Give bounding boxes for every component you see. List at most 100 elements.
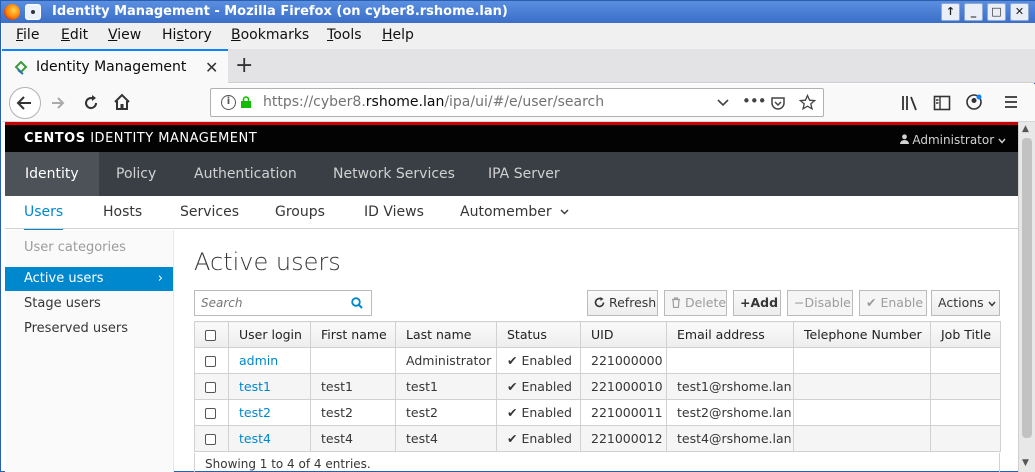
window-maximize-button[interactable]: □ bbox=[987, 3, 1006, 21]
column-header-job-title[interactable]: Job Title bbox=[930, 321, 1001, 348]
cell-status: Enabled bbox=[521, 405, 572, 420]
column-header-user-login[interactable]: User login bbox=[228, 321, 311, 348]
window-minimize-button[interactable]: _ bbox=[964, 3, 983, 21]
cell-job-title bbox=[930, 425, 1001, 452]
hamburger-menu-icon[interactable] bbox=[1003, 94, 1019, 110]
library-icon[interactable] bbox=[901, 94, 919, 112]
cell-first-name: test4 bbox=[310, 425, 396, 452]
firefox-logo-icon bbox=[4, 4, 20, 20]
scroll-up-arrow-icon[interactable]: ▲ bbox=[1022, 124, 1029, 134]
sidebar-item-preserved-users[interactable]: Preserved users bbox=[5, 317, 173, 341]
url-dropdown-chevron-icon[interactable] bbox=[717, 99, 729, 107]
tab-strip: Identity Management ✕ + bbox=[2, 49, 1035, 84]
menu-bookmarks[interactable]: Bookmarks bbox=[231, 27, 309, 43]
enable-button[interactable]: ✔ Enable bbox=[859, 290, 927, 316]
column-header-status[interactable]: Status bbox=[496, 321, 581, 348]
subnav-id-views[interactable]: ID Views bbox=[364, 204, 424, 220]
new-tab-icon[interactable]: + bbox=[235, 53, 253, 78]
row-checkbox[interactable] bbox=[205, 408, 216, 419]
enabled-check-icon: ✔ bbox=[507, 431, 518, 446]
subnav-hosts[interactable]: Hosts bbox=[103, 204, 142, 220]
subnav-groups[interactable]: Groups bbox=[275, 204, 325, 220]
account-icon[interactable] bbox=[965, 93, 983, 111]
search-icon[interactable] bbox=[351, 297, 363, 309]
cell-last-name: test1 bbox=[395, 373, 497, 400]
minus-icon: − bbox=[794, 295, 805, 310]
cell-telephone bbox=[793, 347, 931, 374]
window-menu-icon[interactable] bbox=[25, 4, 41, 20]
url-text[interactable]: https://cyber8.rshome.lan/ipa/ui/#/e/use… bbox=[263, 94, 604, 110]
primary-nav: Identity Policy Authentication Network S… bbox=[5, 152, 1018, 196]
select-all-checkbox[interactable] bbox=[205, 330, 216, 341]
menu-file[interactable]: File bbox=[16, 27, 39, 43]
reload-icon[interactable] bbox=[82, 94, 100, 112]
menu-edit[interactable]: Edit bbox=[61, 27, 88, 43]
tab-close-icon[interactable]: ✕ bbox=[205, 58, 218, 77]
tab-identity-management[interactable]: Identity Management ✕ bbox=[2, 49, 228, 84]
menu-view[interactable]: View bbox=[108, 27, 141, 43]
page-scrollbar[interactable]: ▲ ▼ bbox=[1018, 122, 1035, 472]
search-input[interactable] bbox=[195, 291, 345, 315]
window-close-button[interactable]: ✕ bbox=[1010, 3, 1029, 21]
disable-button[interactable]: −Disable bbox=[787, 290, 853, 316]
nav-policy[interactable]: Policy bbox=[96, 152, 176, 196]
row-checkbox[interactable] bbox=[205, 356, 216, 367]
user-login-link[interactable]: test1 bbox=[239, 379, 271, 394]
delete-button[interactable]: Delete bbox=[664, 290, 727, 316]
nav-authentication[interactable]: Authentication bbox=[174, 152, 317, 196]
sidebar-item-active-users[interactable]: Active users › bbox=[5, 267, 173, 291]
user-menu[interactable]: Administrator bbox=[899, 133, 1006, 147]
user-login-link[interactable]: admin bbox=[239, 353, 278, 368]
forward-arrow-icon[interactable] bbox=[49, 94, 67, 112]
column-header-first-name[interactable]: First name bbox=[310, 321, 396, 348]
enabled-check-icon: ✔ bbox=[507, 379, 518, 394]
bookmark-star-icon[interactable] bbox=[799, 94, 816, 111]
cell-uid: 221000012 bbox=[580, 425, 667, 452]
sidebar-toggle-icon[interactable] bbox=[933, 94, 951, 112]
column-header-email[interactable]: Email address bbox=[666, 321, 794, 348]
row-checkbox[interactable] bbox=[205, 382, 216, 393]
sidebar-heading: User categories bbox=[24, 240, 126, 255]
brand-logo[interactable]: CENTOS IDENTITY MANAGEMENT bbox=[24, 131, 257, 146]
navigation-toolbar: i https://cyber8.rshome.lan/ipa/ui/#/e/u… bbox=[2, 84, 1035, 122]
menu-tools[interactable]: Tools bbox=[327, 27, 362, 43]
sidebar-item-stage-users[interactable]: Stage users bbox=[5, 292, 173, 316]
table-row: test2 test2 test2 ✔ Enabled 221000011 te… bbox=[194, 399, 1001, 426]
user-login-link[interactable]: test2 bbox=[239, 405, 271, 420]
row-checkbox[interactable] bbox=[205, 434, 216, 445]
menu-help[interactable]: Help bbox=[382, 27, 414, 43]
window-titlebar[interactable]: Identity Management - Mozilla Firefox (o… bbox=[1, 1, 1035, 23]
pocket-icon[interactable] bbox=[770, 95, 786, 111]
home-icon[interactable] bbox=[113, 93, 131, 111]
actions-dropdown[interactable]: Actions bbox=[931, 290, 1000, 316]
table-row: test4 test4 test4 ✔ Enabled 221000012 te… bbox=[194, 425, 1001, 452]
column-header-last-name[interactable]: Last name bbox=[395, 321, 497, 348]
cell-telephone bbox=[793, 399, 931, 426]
refresh-button[interactable]: Refresh bbox=[587, 290, 658, 316]
table-row: admin Administrator ✔ Enabled 221000000 bbox=[194, 347, 1001, 374]
user-name: Administrator bbox=[912, 133, 995, 147]
cell-first-name: test2 bbox=[310, 399, 396, 426]
nav-ipa-server[interactable]: IPA Server bbox=[468, 152, 580, 196]
url-bar[interactable]: i https://cyber8.rshome.lan/ipa/ui/#/e/u… bbox=[210, 88, 824, 117]
window-raise-button[interactable]: ↑ bbox=[941, 3, 960, 21]
nav-network-services[interactable]: Network Services bbox=[313, 152, 475, 196]
subnav-automember[interactable]: Automember bbox=[460, 204, 569, 220]
site-info-icon[interactable]: i bbox=[221, 95, 236, 110]
column-header-uid[interactable]: UID bbox=[580, 321, 667, 348]
scrollbar-thumb[interactable] bbox=[1022, 138, 1032, 438]
cell-job-title bbox=[930, 373, 1001, 400]
user-login-link[interactable]: test4 bbox=[239, 431, 271, 446]
page-actions-icon[interactable]: ••• bbox=[742, 92, 767, 110]
enabled-check-icon: ✔ bbox=[507, 353, 518, 368]
add-button[interactable]: +Add bbox=[733, 290, 781, 316]
nav-identity[interactable]: Identity bbox=[5, 152, 99, 196]
scroll-down-arrow-icon[interactable]: ▼ bbox=[1022, 458, 1029, 468]
back-button[interactable] bbox=[9, 87, 41, 119]
menu-history[interactable]: History bbox=[162, 27, 212, 43]
ipa-favicon-icon bbox=[14, 61, 28, 75]
subnav-services[interactable]: Services bbox=[180, 204, 239, 220]
subnav-users[interactable]: Users bbox=[24, 204, 64, 231]
column-header-telephone[interactable]: Telephone Number bbox=[793, 321, 931, 348]
cell-email: test1@rshome.lan bbox=[666, 373, 794, 400]
